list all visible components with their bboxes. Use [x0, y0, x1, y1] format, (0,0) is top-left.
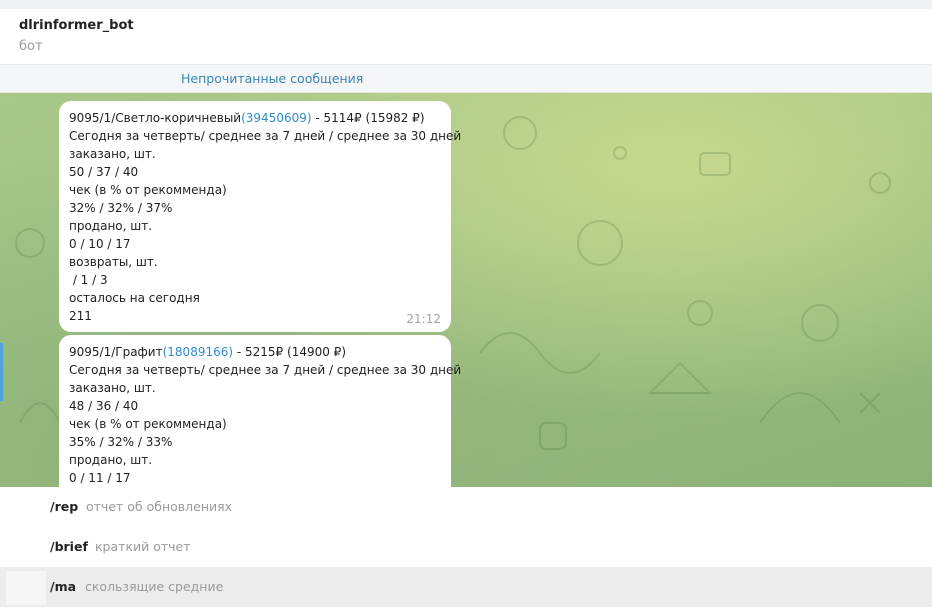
message-line: 0 / 10 / 17 [69, 237, 131, 251]
message-line: продано, шт. [69, 453, 153, 467]
message-line: чек (в % от рекомменда) [69, 183, 227, 197]
message-line: / 1 / 3 [69, 273, 108, 287]
command-name: /ma [50, 579, 77, 594]
left-scroll-accent [0, 343, 3, 401]
command-item-brief[interactable]: /brief краткий отчет [0, 527, 932, 567]
command-item-ma[interactable]: /ma скользящие средние [0, 567, 932, 607]
message-line: 32% / 32% / 37% [69, 201, 173, 215]
message-header-line: 9095/1/Графит(18089166) - 5215₽ (14900 ₽… [69, 345, 346, 359]
message-line: чек (в % от рекомменда) [69, 417, 227, 431]
unread-messages-label: Непрочитанные сообщения [181, 71, 364, 86]
message-line: осталось на сегодня [69, 291, 200, 305]
command-description: отчет об обновлениях [86, 499, 233, 514]
command-name: /rep [50, 499, 79, 514]
message-bubble[interactable]: 9095/1/Графит(18089166) - 5215₽ (14900 ₽… [59, 335, 462, 505]
command-item-rep[interactable]: /rep отчет об обновлениях [0, 487, 932, 527]
chat-header[interactable]: dlrinformer_bot бот [0, 9, 932, 65]
command-description: скользящие средние [85, 579, 224, 594]
chat-subtitle: бот [19, 39, 43, 54]
message-line: Сегодня за четверть/ среднее за 7 дней /… [69, 129, 462, 143]
message-line: 48 / 36 / 40 [69, 399, 139, 413]
bot-commands-panel: /rep отчет об обновлениях /brief краткий… [0, 487, 932, 609]
message-line: возвраты, шт. [69, 255, 158, 269]
window-top-strip [0, 0, 932, 9]
command-description: краткий отчет [95, 539, 191, 554]
message-time: 21:12 [406, 312, 441, 326]
message-bubble[interactable]: 9095/1/Светло-коричневый(39450609) - 511… [59, 101, 462, 332]
message-line: 35% / 32% / 33% [69, 435, 173, 449]
product-id-link[interactable]: (18089166) [163, 345, 233, 359]
chat-title: dlrinformer_bot [19, 18, 134, 33]
product-id-link[interactable]: (39450609) [241, 111, 311, 125]
avatar [6, 571, 46, 605]
message-header-line: 9095/1/Светло-коричневый(39450609) - 511… [69, 111, 425, 125]
message-line: 211 [69, 309, 92, 323]
message-line: заказано, шт. [69, 381, 156, 395]
message-line: заказано, шт. [69, 147, 156, 161]
message-line: Сегодня за четверть/ среднее за 7 дней /… [69, 363, 462, 377]
unread-messages-banner: Непрочитанные сообщения [0, 65, 932, 93]
message-line: продано, шт. [69, 219, 153, 233]
message-line: 0 / 11 / 17 [69, 471, 131, 485]
command-name: /brief [50, 539, 88, 554]
message-line: 50 / 37 / 40 [69, 165, 139, 179]
